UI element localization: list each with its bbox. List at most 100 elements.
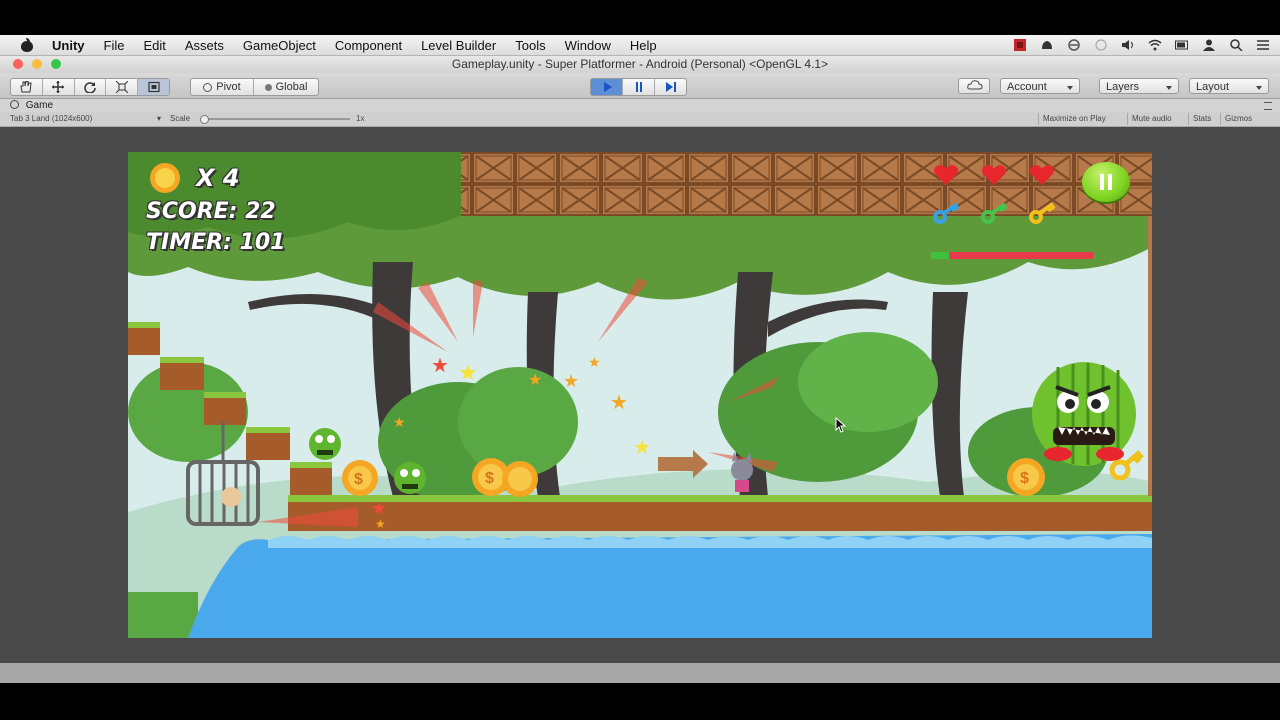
move-icon [52,81,65,93]
tab-menu-icon[interactable] [1264,102,1272,110]
stats-toggle[interactable]: Stats [1188,113,1215,125]
rect-tool-button[interactable] [138,79,169,95]
play-button[interactable] [591,79,623,95]
cloud-button[interactable] [958,78,990,94]
menu-tools[interactable]: Tools [515,38,545,53]
list-icon[interactable] [1256,39,1270,51]
sync-icon[interactable] [1067,39,1081,51]
key-icon [981,202,1008,224]
hand-tool-button[interactable] [11,79,43,95]
unity-toolbar: Pivot Global Account Layers Layout [0,73,1280,99]
global-button[interactable]: Global [254,79,318,95]
scale-value: 1x [356,114,365,123]
svg-text:★: ★ [588,354,601,370]
transform-tools [10,78,170,96]
pivot-button[interactable]: Pivot [191,79,254,95]
menu-app[interactable]: Unity [52,38,85,53]
game-tab-row: Game [0,99,1280,112]
menu-assets[interactable]: Assets [185,38,224,53]
pause-icon-bar [1108,174,1112,190]
svg-text:★: ★ [633,437,651,459]
menu-help[interactable]: Help [630,38,657,53]
account-label: Account [1007,81,1047,93]
minimize-window-button[interactable] [32,59,42,69]
layers-label: Layers [1106,81,1140,93]
boss-health-bar [931,252,1093,259]
play-icon [603,82,612,92]
volume-icon[interactable] [1121,39,1135,51]
boss-health-fill [931,252,949,259]
apple-icon[interactable] [20,38,34,52]
menu-component[interactable]: Component [335,38,402,53]
layers-dropdown[interactable]: Layers [1099,78,1179,94]
svg-text:★: ★ [371,498,387,518]
record-icon[interactable] [1013,39,1027,51]
svg-text:★: ★ [375,517,386,531]
tab-game[interactable]: Game [10,99,53,112]
coin-icon [150,163,180,193]
layout-label: Layout [1196,81,1230,93]
account-dropdown[interactable]: Account [1000,78,1080,94]
menu-file[interactable]: File [104,38,125,53]
game-view-bar: Tab 3 Land (1024x600) ▾ Scale 1x Maximiz… [0,112,1280,127]
bottom-grass [128,592,198,638]
move-tool-button[interactable] [43,79,75,95]
rotate-tool-button[interactable] [75,79,107,95]
boss-monster [1032,362,1136,466]
svg-text:$: $ [485,470,494,487]
pause-game-button[interactable] [1082,162,1130,202]
heart-icon [982,165,1006,185]
maximize-on-play-toggle[interactable]: Maximize on Play [1038,113,1110,125]
scale-tool-button[interactable] [106,79,139,95]
status-strip [0,663,1280,683]
menu-gameobject[interactable]: GameObject [243,38,316,53]
menu-window[interactable]: Window [565,38,611,53]
water [188,534,1152,638]
pivot-global-toggle: Pivot Global [190,78,319,96]
game-scene: ★ ★ ★ ★ ★ ★ ★ ★ ★ ★ $ $ $ [128,152,1152,638]
scale-slider-track[interactable] [202,118,350,120]
cloud-icon [967,80,983,90]
scale-label: Scale [170,114,191,123]
battery-icon[interactable] [1175,39,1189,51]
timemachine-icon[interactable] [1094,39,1108,51]
game-tab-icon [10,100,19,109]
key-icon [933,202,960,224]
search-icon[interactable] [1229,39,1243,51]
layout-dropdown[interactable]: Layout [1189,78,1269,94]
svg-text:★: ★ [528,372,542,389]
pivot-icon [203,82,213,92]
wifi-icon[interactable] [1148,39,1162,51]
step-button[interactable] [655,79,686,95]
pause-icon [1100,174,1104,190]
chevron-down-icon [1166,86,1172,90]
gizmos-dropdown[interactable]: Gizmos [1220,113,1256,125]
close-window-button[interactable] [13,59,23,69]
chevron-down-icon [1256,86,1262,90]
svg-text:★: ★ [610,392,628,414]
chevron-down-icon: ▾ [157,114,162,123]
svg-text:$: $ [354,471,363,488]
pause-icon [635,82,642,92]
svg-text:★: ★ [563,371,579,391]
resolution-dropdown[interactable]: Tab 3 Land (1024x600) [10,113,92,125]
playback-controls [590,78,687,96]
key-icon [1029,202,1056,224]
notification-icon[interactable] [1040,39,1054,51]
zoom-window-button[interactable] [51,59,61,69]
mute-audio-toggle[interactable]: Mute audio [1127,113,1176,125]
score-display: SCORE: 22 [146,199,276,224]
menu-edit[interactable]: Edit [143,38,165,53]
scale-slider-handle[interactable] [200,115,209,124]
ground-grass [288,495,1152,502]
rotate-icon [84,82,96,93]
collected-keys [933,202,1057,224]
menu-level-builder[interactable]: Level Builder [421,38,496,53]
user-icon[interactable] [1202,39,1216,51]
step-icon [665,82,676,92]
svg-text:★: ★ [431,355,449,377]
game-viewport[interactable]: ★ ★ ★ ★ ★ ★ ★ ★ ★ ★ $ $ $ X 4 SCORE: 22 … [128,152,1152,638]
pause-button[interactable] [623,79,655,95]
coin-count: X 4 [196,164,240,192]
menu-bar: Unity File Edit Assets GameObject Compon… [0,35,1280,56]
